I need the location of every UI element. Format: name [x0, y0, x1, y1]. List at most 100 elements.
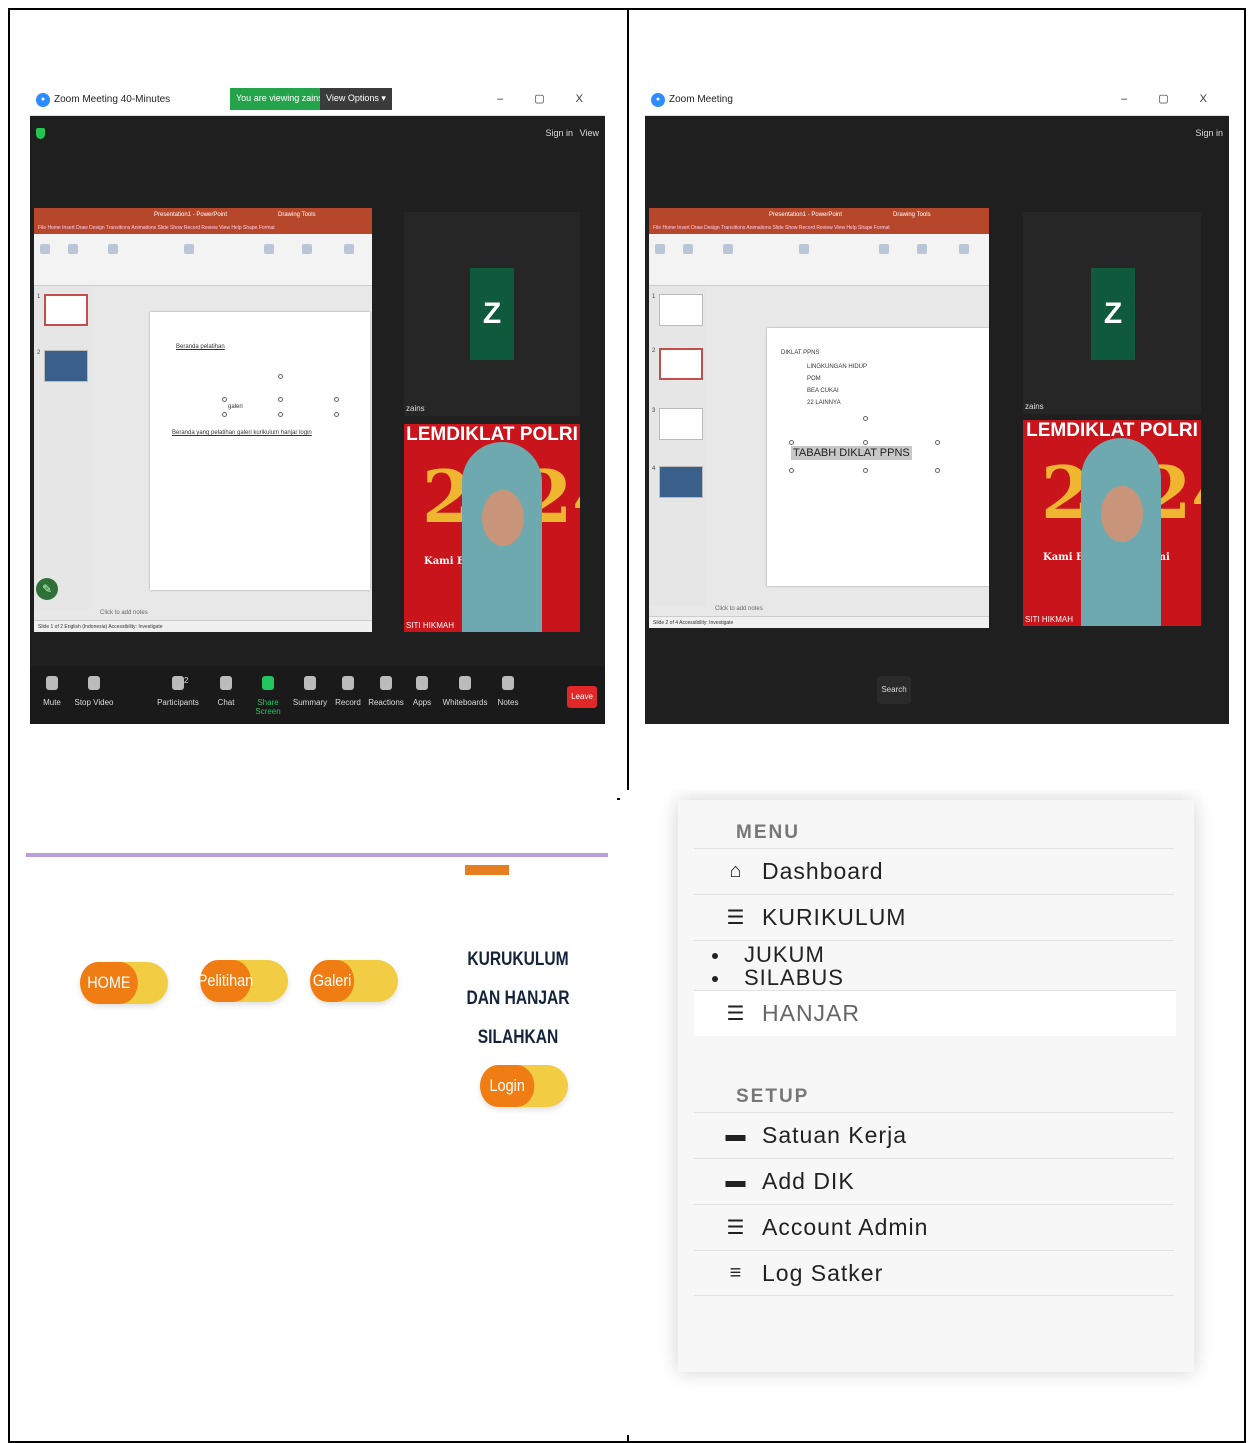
view-options-button[interactable]: View Options ▾: [320, 88, 392, 110]
sidebar-item-label: Add DIK: [762, 1168, 855, 1194]
login-button[interactable]: Login: [480, 1065, 568, 1107]
microphone-icon: [46, 676, 58, 690]
resize-handle[interactable]: [278, 397, 283, 402]
arrange-icon[interactable]: [302, 244, 312, 254]
slide-thumbnail[interactable]: [659, 466, 703, 498]
window-controls[interactable]: – ▢ X: [1121, 92, 1221, 105]
slide-line: 22 LAINNYA: [807, 400, 841, 406]
resize-handle[interactable]: [863, 468, 868, 473]
notes-pane[interactable]: Click to add notes: [94, 610, 372, 620]
slide-thumbnails: 1 2 3 4: [649, 286, 707, 606]
paragraph-icon[interactable]: [799, 244, 809, 254]
pelatihan-nav-button[interactable]: Pelitihan: [198, 960, 288, 1002]
sidebar-subitem-silabus[interactable]: SILABUS: [712, 965, 844, 991]
summary-button[interactable]: Summary: [290, 676, 330, 707]
sign-in-link[interactable]: Sign in: [1195, 128, 1223, 138]
slide-canvas[interactable]: Beranda pelatihan galeri Beranda yang pe…: [150, 312, 370, 590]
participants-button[interactable]: Participants: [156, 676, 200, 707]
stop-video-button[interactable]: Stop Video: [74, 676, 114, 707]
sidebar-item-add-dik[interactable]: ▬ Add DIK: [694, 1158, 1174, 1204]
window-controls[interactable]: – ▢ X: [497, 92, 597, 105]
sidebar-item-hanjar[interactable]: ☰ HANJAR: [694, 990, 1176, 1036]
resize-handle[interactable]: [935, 440, 940, 445]
sidebar-item-account-admin[interactable]: ☰ Account Admin: [694, 1204, 1174, 1250]
record-button[interactable]: Record: [328, 676, 368, 707]
camera-icon: [88, 676, 100, 690]
new-slide-icon[interactable]: [68, 244, 78, 254]
ppt-ribbon-tabs[interactable]: File Home Insert Draw Design Transitions…: [649, 222, 989, 234]
font-icon[interactable]: [723, 244, 733, 254]
participant-tile: Z zains: [1023, 212, 1201, 414]
rotate-handle[interactable]: [278, 374, 283, 379]
paste-icon[interactable]: [40, 244, 50, 254]
search-button[interactable]: Search: [877, 676, 911, 704]
slide-thumbnail[interactable]: [44, 294, 88, 326]
sidebar-item-label: Satuan Kerja: [762, 1122, 907, 1148]
apps-button[interactable]: Apps: [402, 676, 442, 707]
slide-thumbnail[interactable]: [659, 348, 703, 380]
resize-handle[interactable]: [222, 397, 227, 402]
resize-handle[interactable]: [789, 468, 794, 473]
selected-textbox[interactable]: TABABH DIKLAT PPNS: [791, 446, 912, 460]
ppt-ribbon-tabs[interactable]: File Home Insert Draw Design Transitions…: [34, 222, 372, 234]
paste-icon[interactable]: [655, 244, 665, 254]
resize-handle[interactable]: [935, 468, 940, 473]
rotate-handle[interactable]: [863, 416, 868, 421]
resize-handle[interactable]: [222, 412, 227, 417]
resize-handle[interactable]: [789, 440, 794, 445]
sign-in-link[interactable]: Sign in: [545, 128, 573, 138]
galeri-nav-button[interactable]: Galeri: [310, 960, 398, 1002]
align-icon: ≡: [729, 1261, 743, 1284]
notes-button[interactable]: Notes: [488, 676, 528, 707]
ppt-drawing-tools: Drawing Tools: [278, 212, 316, 218]
participant-avatar: Z: [1091, 268, 1135, 360]
font-icon[interactable]: [108, 244, 118, 254]
new-slide-icon[interactable]: [683, 244, 693, 254]
reactions-label: Reactions: [368, 698, 404, 707]
resize-handle[interactable]: [334, 397, 339, 402]
chat-label: Chat: [217, 698, 235, 707]
paragraph-icon[interactable]: [184, 244, 194, 254]
participant-name: zains: [1025, 402, 1044, 411]
notes-pane[interactable]: Click to add notes: [709, 606, 989, 616]
slide-line: LINGKUNGAN HIDUP: [807, 364, 868, 370]
thumb-number: 1: [652, 294, 656, 300]
sidebar-item-log-satker[interactable]: ≡ Log Satker: [694, 1250, 1174, 1296]
galeri-nav-label: Galeri: [310, 960, 355, 1002]
slide-thumbnail[interactable]: [44, 350, 88, 382]
slide-canvas[interactable]: DIKLAT PPNS LINGKUNGAN HIDUP POM BEA CUK…: [767, 328, 989, 586]
sidebar-item-kurikulum[interactable]: ☰ KURIKULUM: [694, 894, 1174, 940]
resize-handle[interactable]: [334, 412, 339, 417]
sidebar-item-satuan-kerja[interactable]: ▬ Satuan Kerja: [694, 1112, 1174, 1158]
thumb-number: 2: [37, 350, 41, 356]
view-button[interactable]: View: [580, 128, 599, 138]
whiteboards-button[interactable]: Whiteboards: [442, 676, 488, 707]
leave-button[interactable]: Leave: [567, 686, 597, 708]
ppt-drawing-tools: Drawing Tools: [893, 212, 931, 218]
mute-button[interactable]: Mute: [32, 676, 72, 707]
resize-handle[interactable]: [278, 412, 283, 417]
annotate-pen-icon[interactable]: ✎: [36, 578, 58, 600]
notes-label: Notes: [497, 698, 519, 707]
comment-icon: ▬: [725, 1124, 747, 1146]
thumb-number: 3: [652, 408, 656, 414]
comment-icon: ▬: [725, 1170, 747, 1192]
resize-handle[interactable]: [863, 440, 868, 445]
home-nav-button[interactable]: HOME: [80, 962, 168, 1004]
chat-button[interactable]: Chat: [206, 676, 246, 707]
sidebar-item-label: HANJAR: [762, 1000, 861, 1026]
sidebar-item-dashboard[interactable]: ⌂ Dashboard: [694, 848, 1174, 894]
slide-thumbnail[interactable]: [659, 408, 703, 440]
ppt-title: Presentation1 - PowerPoint: [154, 212, 228, 218]
security-shield-icon[interactable]: [36, 128, 45, 139]
login-button-label: Login: [480, 1065, 535, 1107]
slide-thumbnail[interactable]: [659, 294, 703, 326]
share-screen-button[interactable]: Share Screen: [248, 676, 288, 716]
shapes-icon[interactable]: [264, 244, 274, 254]
shapes-icon[interactable]: [879, 244, 889, 254]
arrange-icon[interactable]: [917, 244, 927, 254]
reactions-button[interactable]: Reactions: [366, 676, 406, 707]
find-icon[interactable]: [344, 244, 354, 254]
list-icon: ☰: [726, 1217, 746, 1239]
find-icon[interactable]: [959, 244, 969, 254]
